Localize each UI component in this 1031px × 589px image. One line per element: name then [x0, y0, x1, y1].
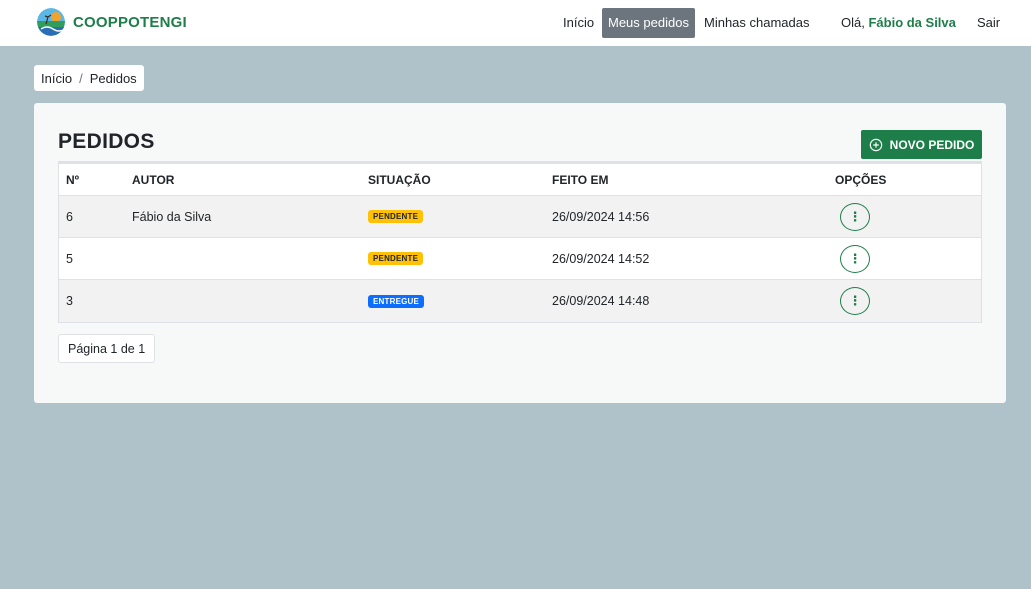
pagination-info: Página 1 de 1 — [58, 334, 156, 363]
user-greeting[interactable]: Olá, Fábio da Silva — [841, 8, 956, 38]
orders-card: PEDIDOS NOVO PEDIDO Nº AUTOR SITUAÇÃO FE… — [34, 103, 1006, 403]
cooperative-logo-icon — [37, 8, 65, 36]
nav-item-inicio[interactable]: Início — [563, 8, 594, 38]
order-number: 6 — [66, 209, 73, 224]
plus-circle-icon — [869, 138, 882, 151]
header-number: Nº — [66, 172, 80, 187]
table-row: 6 Fábio da Silva PENDENTE 26/09/2024 14:… — [59, 196, 981, 238]
breadcrumb-item-inicio[interactable]: Início — [41, 71, 72, 86]
brand-name: COOPPOTENGI — [73, 13, 187, 31]
header-author: AUTOR — [132, 172, 175, 187]
status-badge: PENDENTE — [368, 252, 424, 265]
vertical-ellipsis-icon: ⋮ — [848, 251, 862, 266]
vertical-ellipsis-icon: ⋮ — [848, 209, 862, 224]
breadcrumb-separator: / — [79, 70, 83, 86]
order-status-cell: PENDENTE — [368, 238, 424, 279]
order-date: 26/09/2024 14:52 — [552, 251, 650, 266]
status-badge: ENTREGUE — [368, 294, 425, 308]
header-options: OPÇÕES — [835, 172, 887, 187]
order-number: 3 — [66, 294, 73, 308]
order-number: 5 — [66, 251, 73, 266]
new-order-label: NOVO PEDIDO — [889, 137, 975, 152]
options-button[interactable]: ⋮ — [840, 245, 870, 273]
order-date: 26/09/2024 14:48 — [552, 294, 650, 308]
status-badge: PENDENTE — [368, 210, 424, 223]
header-date: FEITO EM — [552, 172, 609, 187]
greeting-label: Olá, — [841, 15, 865, 30]
table-row: 5 PENDENTE 26/09/2024 14:52 ⋮ — [59, 238, 981, 280]
options-button[interactable]: ⋮ — [840, 287, 870, 315]
order-status-cell: ENTREGUE — [368, 280, 425, 322]
breadcrumb: Início / Pedidos — [34, 65, 144, 91]
breadcrumb-item-pedidos: Pedidos — [89, 70, 137, 86]
options-button[interactable]: ⋮ — [840, 203, 870, 231]
nav-item-minhas-chamadas[interactable]: Minhas chamadas — [704, 8, 810, 38]
orders-table: Nº AUTOR SITUAÇÃO FEITO EM OPÇÕES 6 Fábi… — [58, 161, 982, 323]
vertical-ellipsis-icon: ⋮ — [848, 293, 862, 308]
brand[interactable]: COOPPOTENGI — [37, 8, 187, 36]
new-order-button[interactable]: NOVO PEDIDO — [861, 130, 982, 159]
top-navbar: COOPPOTENGI Início Meus pedidos Minhas c… — [0, 0, 1031, 46]
page-title: PEDIDOS — [58, 130, 155, 153]
user-name: Fábio da Silva — [868, 15, 956, 30]
header-status: SITUAÇÃO — [368, 172, 431, 187]
order-author: Fábio da Silva — [132, 209, 212, 224]
nav-item-meus-pedidos[interactable]: Meus pedidos — [602, 8, 695, 38]
logout-link[interactable]: Sair — [977, 8, 1000, 38]
table-header: Nº AUTOR SITUAÇÃO FEITO EM OPÇÕES — [59, 164, 981, 196]
order-status-cell: PENDENTE — [368, 196, 424, 237]
table-row: 3 ENTREGUE 26/09/2024 14:48 ⋮ — [59, 280, 981, 322]
order-date: 26/09/2024 14:56 — [552, 209, 650, 224]
